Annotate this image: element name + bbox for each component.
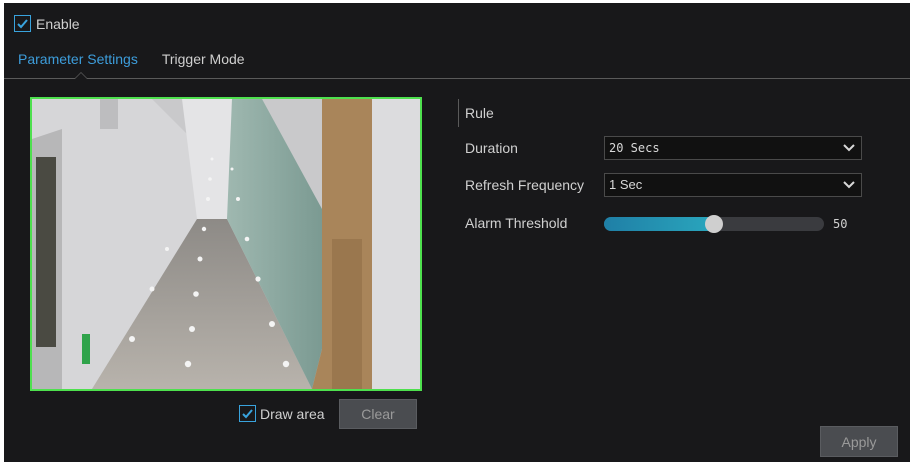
- chevron-down-icon: [843, 181, 855, 189]
- duration-select[interactable]: 20 Secs: [604, 136, 862, 160]
- slider-fill: [604, 217, 714, 231]
- alarm-threshold-value: 50: [833, 217, 848, 231]
- draw-area-label: Draw area: [260, 405, 325, 422]
- draw-area-row[interactable]: Draw area: [239, 405, 325, 422]
- enable-label: Enable: [36, 15, 80, 32]
- tab-divider: [4, 78, 910, 79]
- refresh-frequency-select[interactable]: 1 Sec: [604, 173, 862, 197]
- checkmark-icon: [242, 409, 253, 419]
- checkmark-icon: [17, 19, 28, 29]
- alarm-threshold-slider[interactable]: [604, 215, 824, 233]
- refresh-frequency-label: Refresh Frequency: [465, 177, 585, 193]
- apply-button[interactable]: Apply: [820, 426, 898, 457]
- clear-button[interactable]: Clear: [339, 399, 417, 429]
- settings-panel: Enable Parameter Settings Trigger Mode D…: [4, 3, 910, 462]
- duration-value: 20 Secs: [609, 141, 660, 155]
- refresh-frequency-value: 1 Sec: [609, 177, 643, 192]
- tab-bar: Parameter Settings Trigger Mode: [18, 51, 245, 75]
- chevron-down-icon: [843, 144, 855, 152]
- alarm-threshold-label: Alarm Threshold: [465, 215, 568, 231]
- camera-preview[interactable]: [30, 97, 422, 391]
- draw-area-checkbox[interactable]: [239, 405, 256, 422]
- enable-checkbox[interactable]: [14, 15, 31, 32]
- tab-trigger-mode[interactable]: Trigger Mode: [162, 51, 245, 75]
- rule-heading: Rule: [458, 99, 494, 127]
- duration-label: Duration: [465, 140, 518, 156]
- corridor-image: [32, 99, 420, 389]
- active-tab-caret: [74, 72, 88, 79]
- slider-handle[interactable]: [705, 215, 723, 233]
- enable-row[interactable]: Enable: [14, 15, 80, 32]
